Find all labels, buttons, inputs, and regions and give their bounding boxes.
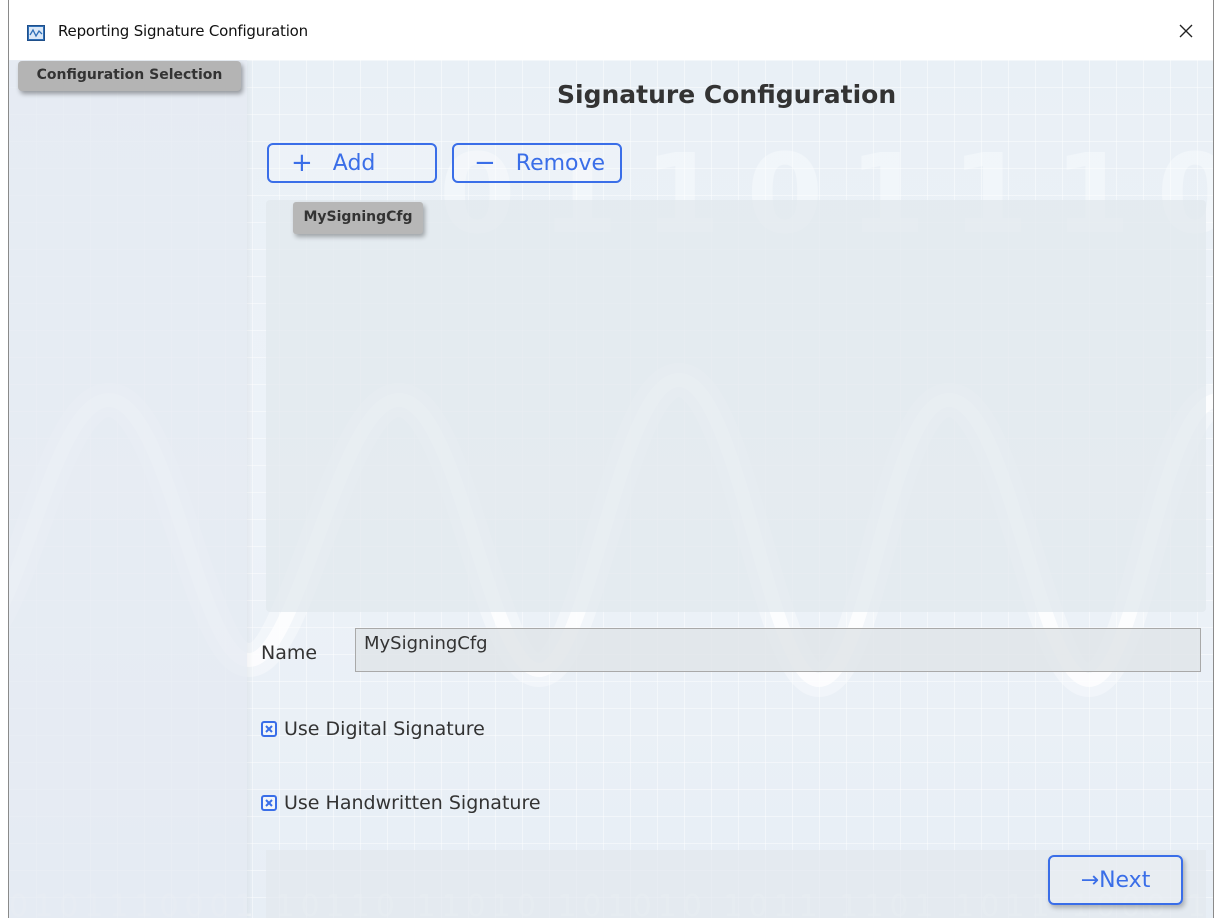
next-button[interactable]: → Next xyxy=(1048,855,1183,905)
configuration-list[interactable]: MySigningCfg xyxy=(266,200,1206,612)
checkbox-checked-icon[interactable] xyxy=(261,721,277,737)
plus-icon: + xyxy=(291,148,313,178)
remove-button-label: Remove xyxy=(515,150,606,176)
use-handwritten-signature-label: Use Handwritten Signature xyxy=(284,792,541,814)
use-digital-signature-checkbox[interactable]: Use Digital Signature xyxy=(261,718,485,740)
dialog-window: Reporting Signature Configuration 011011… xyxy=(8,0,1214,918)
dialog-client-area: 0110111011 0101110001 10110 11010 101010… xyxy=(9,60,1213,918)
name-field[interactable] xyxy=(355,628,1201,672)
list-item[interactable]: MySigningCfg xyxy=(293,202,423,234)
minus-icon: − xyxy=(474,148,496,178)
close-button[interactable] xyxy=(1169,16,1203,46)
use-digital-signature-label: Use Digital Signature xyxy=(284,718,485,740)
use-handwritten-signature-checkbox[interactable]: Use Handwritten Signature xyxy=(261,792,541,814)
name-label: Name xyxy=(261,642,318,664)
arrow-right-icon: → xyxy=(1080,867,1100,893)
page-title: Signature Configuration xyxy=(557,80,897,109)
chart-window-icon xyxy=(27,25,45,41)
window-title: Reporting Signature Configuration xyxy=(58,22,308,40)
remove-button[interactable]: − Remove xyxy=(452,143,622,183)
title-bar: Reporting Signature Configuration xyxy=(9,0,1213,60)
checkbox-checked-icon[interactable] xyxy=(261,795,277,811)
close-icon xyxy=(1179,24,1193,38)
add-button[interactable]: + Add xyxy=(267,143,437,183)
sidebar: Configuration Selection xyxy=(9,60,247,918)
add-button-label: Add xyxy=(332,150,376,176)
sidebar-item-configuration-selection[interactable]: Configuration Selection xyxy=(18,61,241,91)
next-button-label: Next xyxy=(1099,867,1151,893)
